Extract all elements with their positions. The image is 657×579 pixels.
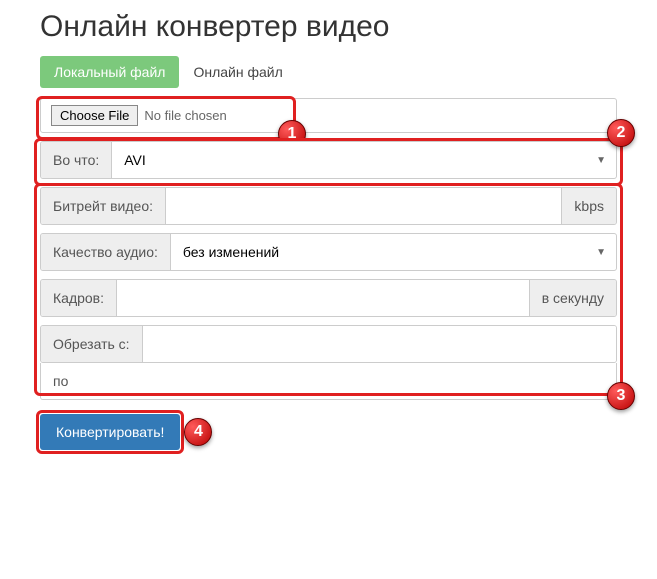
audio-row: Качество аудио: без изменений ▼	[40, 233, 617, 271]
audio-quality-label: Качество аудио:	[41, 234, 171, 270]
choose-file-button[interactable]: Choose File	[51, 105, 138, 126]
fps-input[interactable]	[117, 280, 529, 316]
format-label: Во что:	[41, 142, 112, 178]
fps-label: Кадров:	[41, 280, 117, 316]
source-tabs: Локальный файл Онлайн файл	[40, 56, 617, 88]
bitrate-row: Битрейт видео: kbps	[40, 187, 617, 225]
audio-quality-select[interactable]: без изменений	[171, 234, 586, 270]
chevron-down-icon: ▼	[586, 145, 616, 176]
bitrate-suffix: kbps	[561, 188, 616, 224]
trim-to-row: по	[40, 363, 617, 400]
fps-suffix: в секунду	[529, 280, 616, 316]
trim-from-input[interactable]	[143, 326, 616, 362]
format-row: Во что: AVI ▼	[40, 141, 617, 179]
marker-2: 2	[607, 119, 635, 147]
trim-to-label: по	[41, 363, 80, 399]
tab-online-file[interactable]: Онлайн файл	[179, 56, 296, 88]
bitrate-input[interactable]	[166, 188, 561, 224]
page-title: Онлайн конвертер видео	[40, 10, 617, 44]
tab-local-file[interactable]: Локальный файл	[40, 56, 179, 88]
format-select[interactable]: AVI	[112, 142, 586, 178]
convert-button[interactable]: Конвертировать!	[40, 414, 180, 450]
file-picker-row: Choose File No file chosen	[40, 98, 617, 133]
bitrate-label: Битрейт видео:	[41, 188, 166, 224]
fps-row: Кадров: в секунду	[40, 279, 617, 317]
trim-from-label: Обрезать с:	[41, 326, 143, 362]
marker-4: 4	[184, 418, 212, 446]
chevron-down-icon: ▼	[586, 237, 616, 268]
marker-3: 3	[607, 382, 635, 410]
file-status-text: No file chosen	[144, 108, 226, 123]
trim-from-row: Обрезать с:	[40, 325, 617, 363]
trim-to-input[interactable]	[80, 363, 616, 399]
